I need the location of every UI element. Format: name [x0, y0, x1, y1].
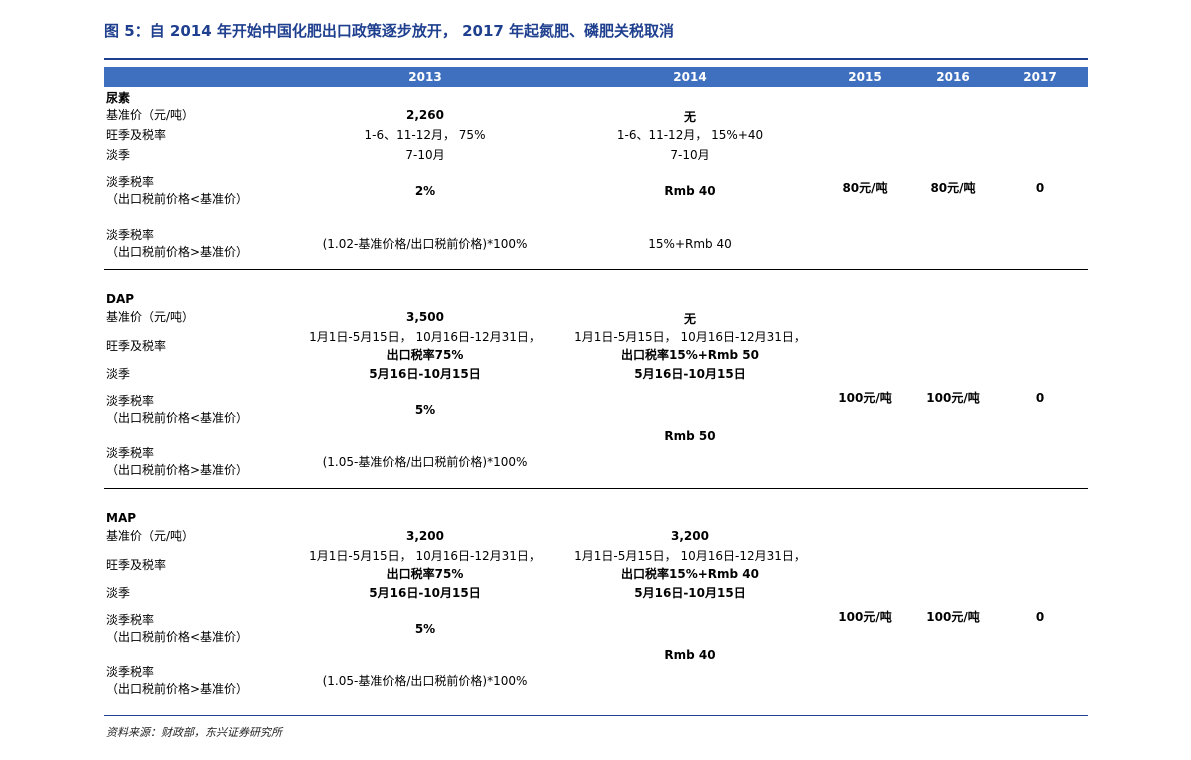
bottom-rule — [104, 715, 1088, 716]
urea-rate2-label-b: （出口税前价格>基准价） — [106, 245, 249, 259]
dap-base-2014: 无 — [683, 312, 696, 326]
urea-rate2-2013: (1.02-基准价格/出口税前价格)*100% — [322, 237, 528, 251]
map-off-label: 淡季 — [106, 586, 131, 600]
section-map: MAP — [106, 511, 137, 525]
header-2014: 2014 — [673, 70, 707, 84]
dap-rate1-2013: 5% — [414, 403, 436, 417]
map-rate-2017: 0 — [1035, 610, 1045, 624]
map-rate-2014: Rmb 40 — [664, 648, 716, 662]
map-peak-2013-a: 1月1日-5月15日， 10月16日-12月31日， — [309, 549, 541, 563]
map-peak-2014-b: 出口税率15%+Rmb 40 — [621, 567, 759, 581]
dap-rate2-label-a: 淡季税率 — [106, 446, 155, 460]
map-rate-2016: 100元/吨 — [926, 610, 980, 624]
dap-peak-2014-b: 出口税率15%+Rmb 50 — [621, 348, 759, 362]
header-2013: 2013 — [408, 70, 442, 84]
dap-rate2-label-b: （出口税前价格>基准价） — [106, 463, 249, 477]
urea-base-2014: 无 — [683, 110, 696, 124]
map-off-2014: 5月16日-10月15日 — [634, 586, 746, 600]
section-urea: 尿素 — [106, 91, 131, 105]
section-divider — [104, 269, 1088, 270]
urea-off-2013: 7-10月 — [405, 148, 445, 162]
map-rate2-label-b: （出口税前价格>基准价） — [106, 682, 249, 696]
dap-base-2013: 3,500 — [406, 310, 444, 324]
dap-off-2013: 5月16日-10月15日 — [369, 367, 481, 381]
urea-rate1-2014: Rmb 40 — [664, 184, 716, 198]
map-peak-2013-b: 出口税率75% — [386, 567, 464, 581]
header-2016: 2016 — [936, 70, 970, 84]
dap-peak-2013-a: 1月1日-5月15日， 10月16日-12月31日， — [309, 330, 541, 344]
urea-off-2014: 7-10月 — [670, 148, 710, 162]
dap-peak-label: 旺季及税率 — [106, 339, 167, 353]
map-rate1-label-b: （出口税前价格<基准价） — [106, 630, 249, 644]
dap-off-label: 淡季 — [106, 367, 131, 381]
urea-rate2-label-a: 淡季税率 — [106, 228, 155, 242]
dap-rate-2017: 0 — [1035, 391, 1045, 405]
dap-rate1-label-b: （出口税前价格<基准价） — [106, 411, 249, 425]
map-rate2-label-a: 淡季税率 — [106, 665, 155, 679]
urea-base-label: 基准价（元/吨） — [106, 108, 195, 122]
figure-title: 图 5：自 2014 年开始中国化肥出口政策逐步放开， 2017 年起氮肥、磷肥… — [104, 22, 675, 40]
urea-off-label: 淡季 — [106, 148, 131, 162]
dap-rate-2014: Rmb 50 — [664, 429, 716, 443]
dap-peak-2014-a: 1月1日-5月15日， 10月16日-12月31日， — [574, 330, 806, 344]
map-rate1-label-a: 淡季税率 — [106, 613, 155, 627]
urea-rate1-label-b: （出口税前价格<基准价） — [106, 192, 249, 206]
map-rate2-2013: (1.05-基准价格/出口税前价格)*100% — [322, 674, 528, 688]
map-peak-label: 旺季及税率 — [106, 558, 167, 572]
urea-peak-2014: 1-6、11-12月， 15%+40 — [616, 128, 764, 142]
header-2017: 2017 — [1023, 70, 1057, 84]
urea-rate-2017: 0 — [1035, 181, 1045, 195]
dap-off-2014: 5月16日-10月15日 — [634, 367, 746, 381]
section-divider — [104, 488, 1088, 489]
dap-base-label: 基准价（元/吨） — [106, 310, 195, 324]
map-off-2013: 5月16日-10月15日 — [369, 586, 481, 600]
map-rate1-2013: 5% — [414, 622, 436, 636]
source-note: 资料来源：财政部，东兴证券研究所 — [106, 726, 282, 739]
urea-rate-2015: 80元/吨 — [842, 181, 888, 195]
urea-rate1-label-a: 淡季税率 — [106, 175, 155, 189]
dap-peak-2013-b: 出口税率75% — [386, 348, 464, 362]
map-base-label: 基准价（元/吨） — [106, 529, 195, 543]
map-peak-2014-a: 1月1日-5月15日， 10月16日-12月31日， — [574, 549, 806, 563]
dap-rate-2015: 100元/吨 — [838, 391, 892, 405]
dap-rate1-label-a: 淡季税率 — [106, 394, 155, 408]
dap-rate2-2013: (1.05-基准价格/出口税前价格)*100% — [322, 455, 528, 469]
map-base-2014: 3,200 — [671, 529, 709, 543]
dap-rate-2016: 100元/吨 — [926, 391, 980, 405]
header-2015: 2015 — [848, 70, 882, 84]
table-header: 2013 2014 2015 2016 2017 — [104, 67, 1088, 87]
urea-peak-2013: 1-6、11-12月， 75% — [364, 128, 486, 142]
urea-rate2-2014: 15%+Rmb 40 — [648, 237, 732, 251]
urea-peak-label: 旺季及税率 — [106, 128, 167, 142]
top-rule — [104, 58, 1088, 60]
urea-rate1-2013: 2% — [414, 184, 436, 198]
map-base-2013: 3,200 — [406, 529, 444, 543]
map-rate-2015: 100元/吨 — [838, 610, 892, 624]
urea-base-2013: 2,260 — [406, 108, 444, 122]
section-dap: DAP — [106, 292, 135, 306]
urea-rate-2016: 80元/吨 — [930, 181, 976, 195]
